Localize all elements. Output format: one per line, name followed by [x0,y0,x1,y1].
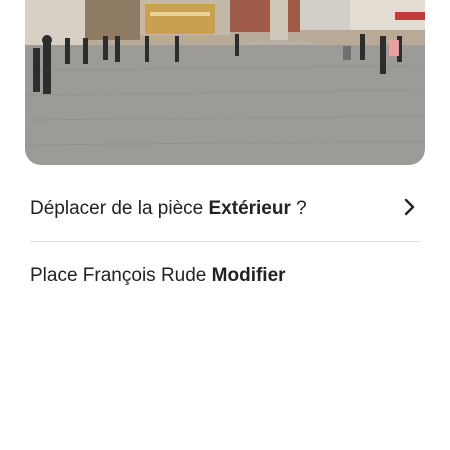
divider [30,241,420,242]
square-photo-illustration [25,0,425,165]
photo-image[interactable] [25,0,425,165]
place-name: Place François Rude [30,265,207,286]
room-name: Extérieur [208,198,291,219]
move-room-prefix: Déplacer de la pièce [30,198,209,219]
modify-place-link[interactable]: Modifier [212,265,286,286]
place-row: Place François Rude Modifier [30,264,420,290]
chevron-right-icon[interactable] [400,195,418,219]
move-room-row[interactable]: Déplacer de la pièce Extérieur ? [30,197,420,223]
move-room-suffix: ? [290,198,307,219]
